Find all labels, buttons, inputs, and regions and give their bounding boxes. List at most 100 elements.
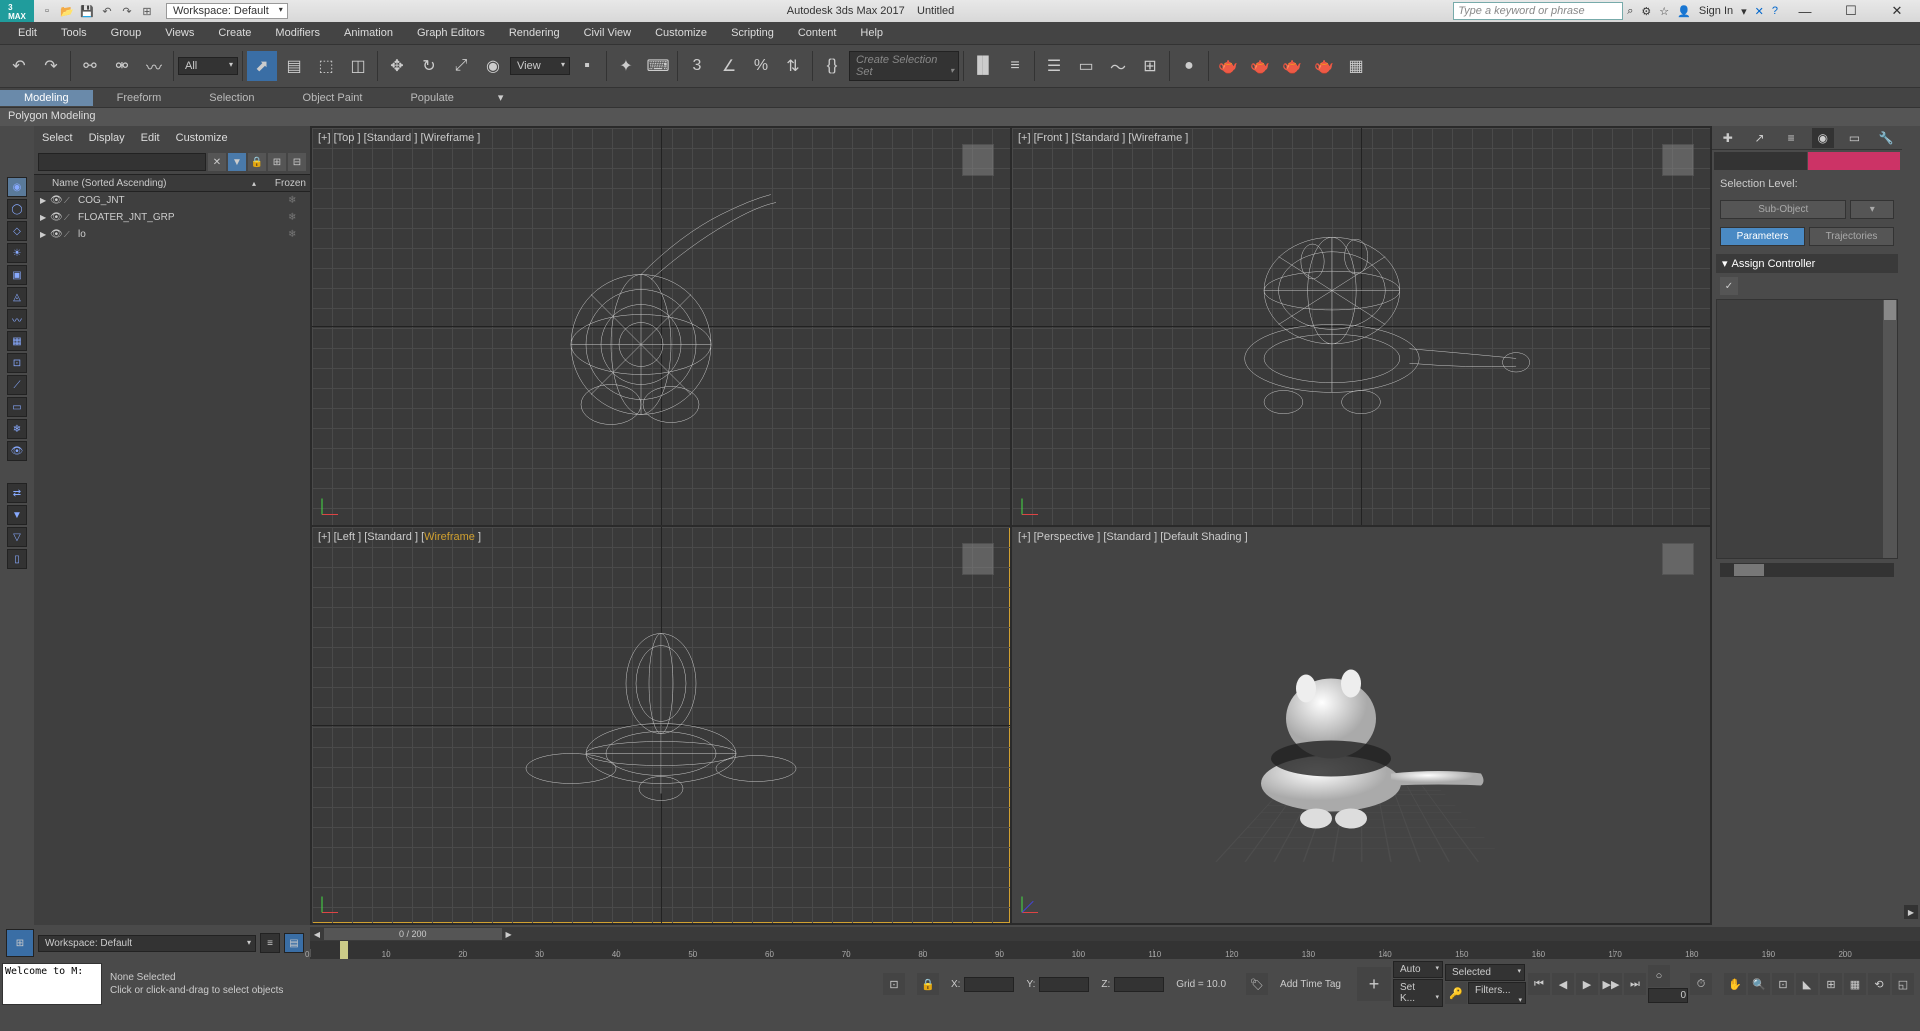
display-xrefs-icon[interactable]: ⊡ bbox=[7, 353, 27, 373]
subobject-dropdown[interactable]: ▾ bbox=[1850, 200, 1894, 219]
scale-button[interactable]: ⤢ bbox=[446, 51, 476, 81]
undo-icon[interactable]: ↶ bbox=[98, 2, 116, 20]
ribbon-tab-modeling[interactable]: Modeling bbox=[0, 90, 93, 106]
placement-button[interactable]: ◉ bbox=[478, 51, 508, 81]
setkey-button[interactable]: Set K... bbox=[1393, 979, 1443, 1007]
display-cameras-icon[interactable]: ▣ bbox=[7, 265, 27, 285]
select-name-button[interactable]: ▤ bbox=[279, 51, 309, 81]
signin-link[interactable]: Sign In bbox=[1699, 5, 1733, 17]
key-mode-toggle[interactable]: ○ bbox=[1648, 965, 1670, 987]
chevron-down-icon[interactable]: ▾ bbox=[1741, 5, 1747, 18]
time-config-button[interactable]: ⏱ bbox=[1690, 973, 1712, 995]
modify-tab-icon[interactable]: ↗ bbox=[1748, 128, 1770, 148]
filter-icon[interactable]: ▼ bbox=[228, 153, 246, 171]
expand-icon[interactable]: ▶ bbox=[40, 230, 50, 239]
menu-group[interactable]: Group bbox=[99, 24, 154, 42]
snap-button[interactable]: 3 bbox=[682, 51, 712, 81]
move-button[interactable]: ✥ bbox=[382, 51, 412, 81]
ribbon-tab-selection[interactable]: Selection bbox=[185, 90, 278, 106]
scrollbar[interactable] bbox=[1883, 300, 1897, 558]
viewport-perspective[interactable]: [+] [Perspective ] [Standard ] [Default … bbox=[1012, 527, 1710, 924]
help-search-input[interactable]: Type a keyword or phrase bbox=[1453, 2, 1623, 20]
y-input[interactable] bbox=[1039, 977, 1089, 992]
menu-edit[interactable]: Edit bbox=[6, 24, 49, 42]
render-frame-button[interactable]: 🫖 bbox=[1245, 51, 1275, 81]
display-helpers-icon[interactable]: ◬ bbox=[7, 287, 27, 307]
scene-explorer-header[interactable]: Name (Sorted Ascending) ▴ Frozen bbox=[34, 174, 310, 192]
help-icon[interactable]: ? bbox=[1772, 5, 1778, 17]
assign-controller-icon[interactable]: ✓ bbox=[1720, 277, 1738, 295]
goto-start-button[interactable]: ⏮ bbox=[1528, 973, 1550, 995]
render-iterative-button[interactable]: ▦ bbox=[1341, 51, 1371, 81]
menu-content[interactable]: Content bbox=[786, 24, 849, 42]
ref-coord-dropdown[interactable]: View bbox=[510, 57, 570, 75]
clear-search-icon[interactable]: ✕ bbox=[208, 153, 226, 171]
filter2-icon[interactable]: ▽ bbox=[7, 527, 27, 547]
create-tab-icon[interactable]: ✚ bbox=[1717, 128, 1739, 148]
trajectories-button[interactable]: Trajectories bbox=[1809, 227, 1894, 246]
menu-views[interactable]: Views bbox=[153, 24, 206, 42]
mirror-button[interactable]: ▐▌ bbox=[968, 51, 998, 81]
frozen-toggle[interactable]: ❄ bbox=[288, 195, 302, 206]
search-input[interactable] bbox=[38, 153, 206, 171]
keyfilter-icon[interactable]: 🔑 bbox=[1445, 982, 1467, 1004]
tree-row[interactable]: ▶ 👁 ⟋ FLOATER_JNT_GRP ❄ bbox=[34, 209, 310, 226]
zoom-extents-button[interactable]: ⊞ bbox=[1820, 973, 1842, 995]
redo-icon[interactable]: ↷ bbox=[118, 2, 136, 20]
menu-tools[interactable]: Tools bbox=[49, 24, 99, 42]
time-slider[interactable]: ◀ 0 / 200 ▶ 0 10 20 30 40 50 60 70 80 90… bbox=[310, 927, 1920, 959]
curve-editor-button[interactable]: 〜 bbox=[1103, 51, 1133, 81]
flyout-button[interactable]: ▶ bbox=[1904, 905, 1918, 919]
time-range-label[interactable]: 0 / 200 bbox=[324, 928, 502, 940]
parameters-button[interactable]: Parameters bbox=[1720, 227, 1805, 246]
selection-set-dropdown[interactable]: Create Selection Set bbox=[849, 51, 959, 81]
zoom-extents-all-button[interactable]: ▦ bbox=[1844, 973, 1866, 995]
menu-rendering[interactable]: Rendering bbox=[497, 24, 572, 42]
open-icon[interactable]: 📂 bbox=[58, 2, 76, 20]
star-icon[interactable]: ☆ bbox=[1659, 5, 1669, 18]
viewcube[interactable] bbox=[1654, 535, 1702, 583]
viewport-left[interactable]: [+] [Left ] [Standard ] [Wireframe ] bbox=[312, 527, 1010, 924]
frozen-toggle[interactable]: ❄ bbox=[288, 229, 302, 240]
expand-icon[interactable]: ▶ bbox=[40, 196, 50, 205]
undo-button[interactable]: ↶ bbox=[4, 51, 34, 81]
options2-icon[interactable]: ⊟ bbox=[288, 153, 306, 171]
display-geom-icon[interactable]: ◯ bbox=[7, 199, 27, 219]
select-object-button[interactable]: ⬈ bbox=[247, 51, 277, 81]
display-lights-icon[interactable]: ☀ bbox=[7, 243, 27, 263]
lock-icon[interactable]: 🔒 bbox=[248, 153, 266, 171]
close-button[interactable]: ✕ bbox=[1874, 0, 1920, 22]
select-region-button[interactable]: ⬚ bbox=[311, 51, 341, 81]
se-menu-select[interactable]: Select bbox=[42, 132, 73, 144]
workspace-dropdown-bottom[interactable]: Workspace: Default bbox=[38, 935, 256, 952]
angle-snap-button[interactable]: ∠ bbox=[714, 51, 744, 81]
cat-button[interactable] bbox=[1714, 152, 1807, 170]
time-tag-icon[interactable]: 🏷 bbox=[1246, 973, 1268, 995]
tree-row[interactable]: ▶ 👁 ⟋ COG_JNT ❄ bbox=[34, 192, 310, 209]
unlink-button[interactable]: ⚮ bbox=[107, 51, 137, 81]
selection-filter-dropdown[interactable]: All bbox=[178, 57, 238, 75]
se-menu-customize[interactable]: Customize bbox=[176, 132, 228, 144]
scene-tree[interactable]: ▶ 👁 ⟋ COG_JNT ❄ ▶ 👁 ⟋ FLOATER_JNT_GRP ❄ … bbox=[34, 192, 310, 925]
manipulate-button[interactable]: ✦ bbox=[611, 51, 641, 81]
workspace-dropdown[interactable]: Workspace: Default bbox=[166, 3, 288, 19]
viewport-front[interactable]: [+] [Front ] [Standard ] [Wireframe ] bbox=[1012, 128, 1710, 525]
time-ruler[interactable]: 0 10 20 30 40 50 60 70 80 90 100 110 120… bbox=[310, 941, 1920, 959]
viewport-top[interactable]: [+] [Top ] [Standard ] [Wireframe ] bbox=[312, 128, 1010, 525]
redo-button[interactable]: ↷ bbox=[36, 51, 66, 81]
display-spacewarps-icon[interactable]: 〰 bbox=[7, 309, 27, 329]
viewport-layout-icon[interactable]: ⊞ bbox=[6, 929, 34, 957]
menu-animation[interactable]: Animation bbox=[332, 24, 405, 42]
keyboard-shortcut-button[interactable]: ⌨ bbox=[643, 51, 673, 81]
display-frozen-icon[interactable]: ❄ bbox=[7, 419, 27, 439]
display-hidden-icon[interactable]: 👁 bbox=[7, 441, 27, 461]
infocenter-icon[interactable]: ⌕ bbox=[1627, 5, 1633, 18]
zoom-all-button[interactable]: ⊡ bbox=[1772, 973, 1794, 995]
visibility-icon[interactable]: 👁 bbox=[50, 212, 64, 223]
viewcube[interactable] bbox=[1654, 136, 1702, 184]
options1-icon[interactable]: ⊞ bbox=[268, 153, 286, 171]
frozen-toggle[interactable]: ❄ bbox=[288, 212, 302, 223]
isolate-icon[interactable]: ⊡ bbox=[883, 973, 905, 995]
time-tag-label[interactable]: Add Time Tag bbox=[1280, 979, 1341, 990]
render-button[interactable]: 🫖 bbox=[1277, 51, 1307, 81]
